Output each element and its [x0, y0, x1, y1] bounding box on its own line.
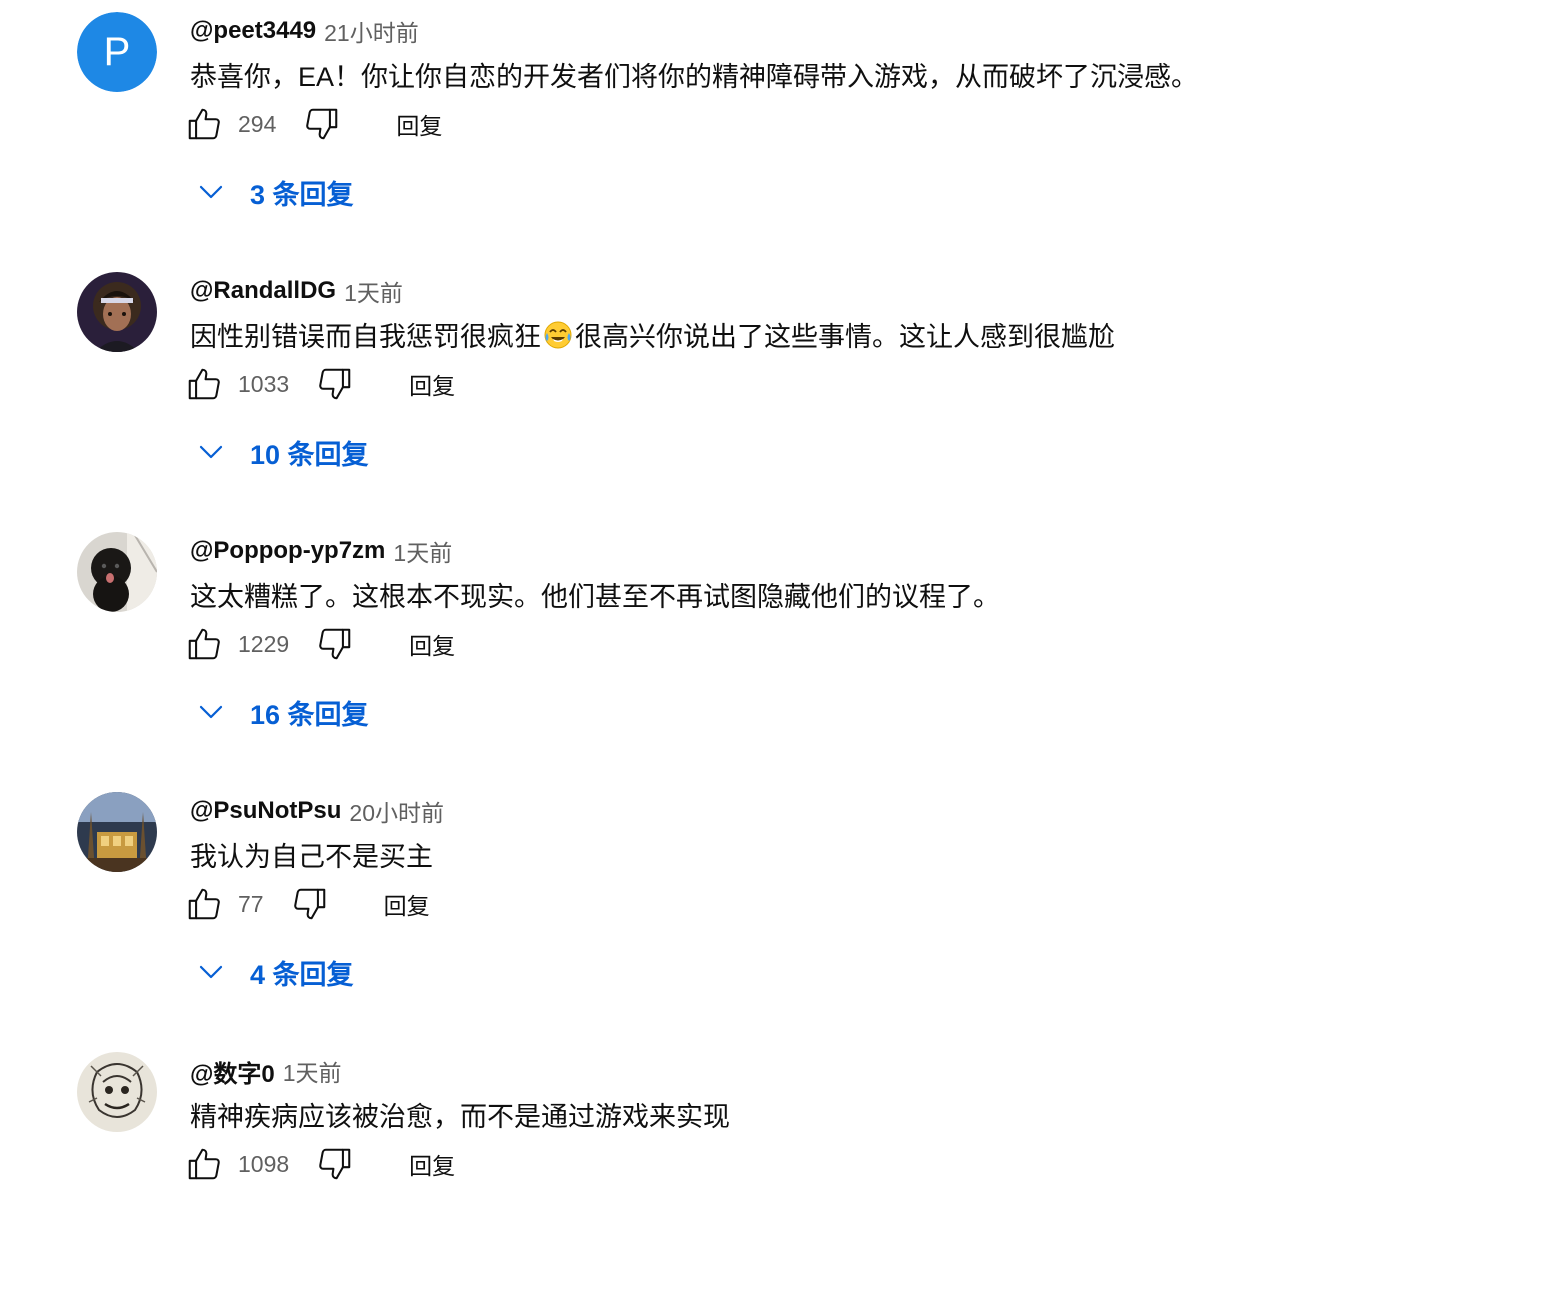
comment-toolbar: 1033 回复: [184, 364, 455, 404]
reply-button[interactable]: 回复: [409, 1147, 455, 1181]
comment-text: 我认为自己不是买主: [190, 842, 433, 872]
comment-toolbar: 1229 回复: [184, 624, 455, 664]
comment-thread: @Poppop-yp7zm 1天前 这太糟糕了。这根本不现实。他们甚至不再试图隐…: [0, 520, 1563, 780]
chevron-down-icon: [199, 445, 223, 459]
comment-header: @peet3449 21小时前: [190, 16, 419, 46]
reply-button[interactable]: 回复: [409, 367, 455, 401]
comment-toolbar: 294 回复: [184, 104, 442, 144]
thumbs-up-icon: [188, 368, 220, 400]
user-photo-icon: [77, 272, 157, 352]
dislike-button[interactable]: [290, 884, 330, 924]
chevron-down-icon: [199, 705, 223, 719]
like-button[interactable]: [184, 1144, 224, 1184]
thumbs-up-icon: [188, 1148, 220, 1180]
comment-thread: @RandallDG 1天前 因性别错误而自我惩罚很疯狂 很高兴你说出了这些事情…: [0, 260, 1563, 520]
author-name[interactable]: @PsuNotPsu: [190, 797, 341, 825]
reply-button[interactable]: 回复: [384, 887, 430, 921]
avatar[interactable]: P: [77, 12, 157, 92]
avatar[interactable]: [77, 532, 157, 612]
thumbs-down-icon: [306, 108, 338, 140]
comment-header: @PsuNotPsu 20小时前: [190, 796, 444, 826]
replies-count-label: 3 条回复: [250, 179, 354, 210]
comment-time[interactable]: 1天前: [283, 1054, 342, 1088]
thumbs-down-icon: [319, 368, 351, 400]
comment-text: 因性别错误而自我惩罚很疯狂 很高兴你说出了这些事情。这让人感到很尴尬: [190, 318, 1115, 360]
chevron-down-icon: [199, 185, 223, 199]
author-name[interactable]: @RandallDG: [190, 277, 336, 305]
thumbs-down-icon: [319, 1148, 351, 1180]
comment-time[interactable]: 1天前: [344, 274, 403, 308]
comment-header: @RandallDG 1天前: [190, 276, 403, 306]
thumbs-up-icon: [188, 888, 220, 920]
thumbs-up-icon: [188, 108, 220, 140]
avatar-letter: P: [77, 12, 157, 92]
dog-photo-icon: [77, 532, 157, 612]
comment-toolbar: 1098 回复: [184, 1144, 455, 1184]
thumbs-down-icon: [293, 888, 325, 920]
comment-text: 恭喜你，EA！你让你自恋的开发者们将你的精神障碍带入游戏，从而破坏了沉浸感。: [190, 62, 1199, 92]
dislike-button[interactable]: [315, 624, 355, 664]
like-button[interactable]: [184, 884, 224, 924]
comment-text-part: 因性别错误而自我惩罚很疯狂: [190, 322, 541, 352]
author-name[interactable]: @数字0: [190, 1054, 275, 1089]
like-button[interactable]: [184, 104, 224, 144]
comment-time[interactable]: 21小时前: [324, 14, 419, 48]
like-count: 1033: [238, 370, 290, 397]
like-count: 77: [238, 890, 264, 917]
comment-text-part: 很高兴你说出了这些事情。这让人感到很尴尬: [575, 322, 1115, 352]
replies-count-label: 16 条回复: [250, 699, 369, 730]
dislike-button[interactable]: [315, 1144, 355, 1184]
like-button[interactable]: [184, 624, 224, 664]
comment-thread: P @peet3449 21小时前 恭喜你，EA！你让你自恋的开发者们将你的精神…: [0, 0, 1563, 260]
like-count: 1229: [238, 630, 290, 657]
reply-button[interactable]: 回复: [396, 107, 442, 141]
comment-toolbar: 77 回复: [184, 884, 430, 924]
author-name[interactable]: @peet3449: [190, 17, 316, 45]
reply-button[interactable]: 回复: [409, 627, 455, 661]
dislike-button[interactable]: [302, 104, 342, 144]
comment-time[interactable]: 1天前: [393, 534, 452, 568]
author-name[interactable]: @Poppop-yp7zm: [190, 537, 385, 565]
thumbs-up-icon: [188, 628, 220, 660]
comment-header: @Poppop-yp7zm 1天前: [190, 536, 452, 566]
show-replies-button[interactable]: 16 条回复: [196, 692, 369, 732]
comment-thread: @数字0 1天前 精神疾病应该被治愈，而不是通过游戏来实现 1098 回复: [0, 1040, 1563, 1300]
show-replies-button[interactable]: 3 条回复: [196, 172, 354, 212]
like-count: 1098: [238, 1150, 290, 1177]
comment-text: 精神疾病应该被治愈，而不是通过游戏来实现: [190, 1102, 730, 1132]
sketch-drawing-icon: [77, 1052, 157, 1132]
chevron-down-icon: [199, 965, 223, 979]
comment-thread: @PsuNotPsu 20小时前 我认为自己不是买主 77 回复 4 条回复: [0, 780, 1563, 1040]
face-with-tears-of-joy-icon: [543, 320, 573, 360]
comment-header: @数字0 1天前: [190, 1054, 342, 1089]
avatar[interactable]: [77, 1052, 157, 1132]
like-count: 294: [238, 110, 277, 137]
thumbs-down-icon: [319, 628, 351, 660]
hall-photo-icon: [77, 792, 157, 872]
show-replies-button[interactable]: 4 条回复: [196, 952, 354, 992]
replies-count-label: 10 条回复: [250, 439, 369, 470]
comment-time[interactable]: 20小时前: [349, 794, 444, 828]
dislike-button[interactable]: [315, 364, 355, 404]
show-replies-button[interactable]: 10 条回复: [196, 432, 369, 472]
replies-count-label: 4 条回复: [250, 959, 354, 990]
comment-text: 这太糟糕了。这根本不现实。他们甚至不再试图隐藏他们的议程了。: [190, 582, 1000, 612]
avatar[interactable]: [77, 272, 157, 352]
avatar[interactable]: [77, 792, 157, 872]
like-button[interactable]: [184, 364, 224, 404]
